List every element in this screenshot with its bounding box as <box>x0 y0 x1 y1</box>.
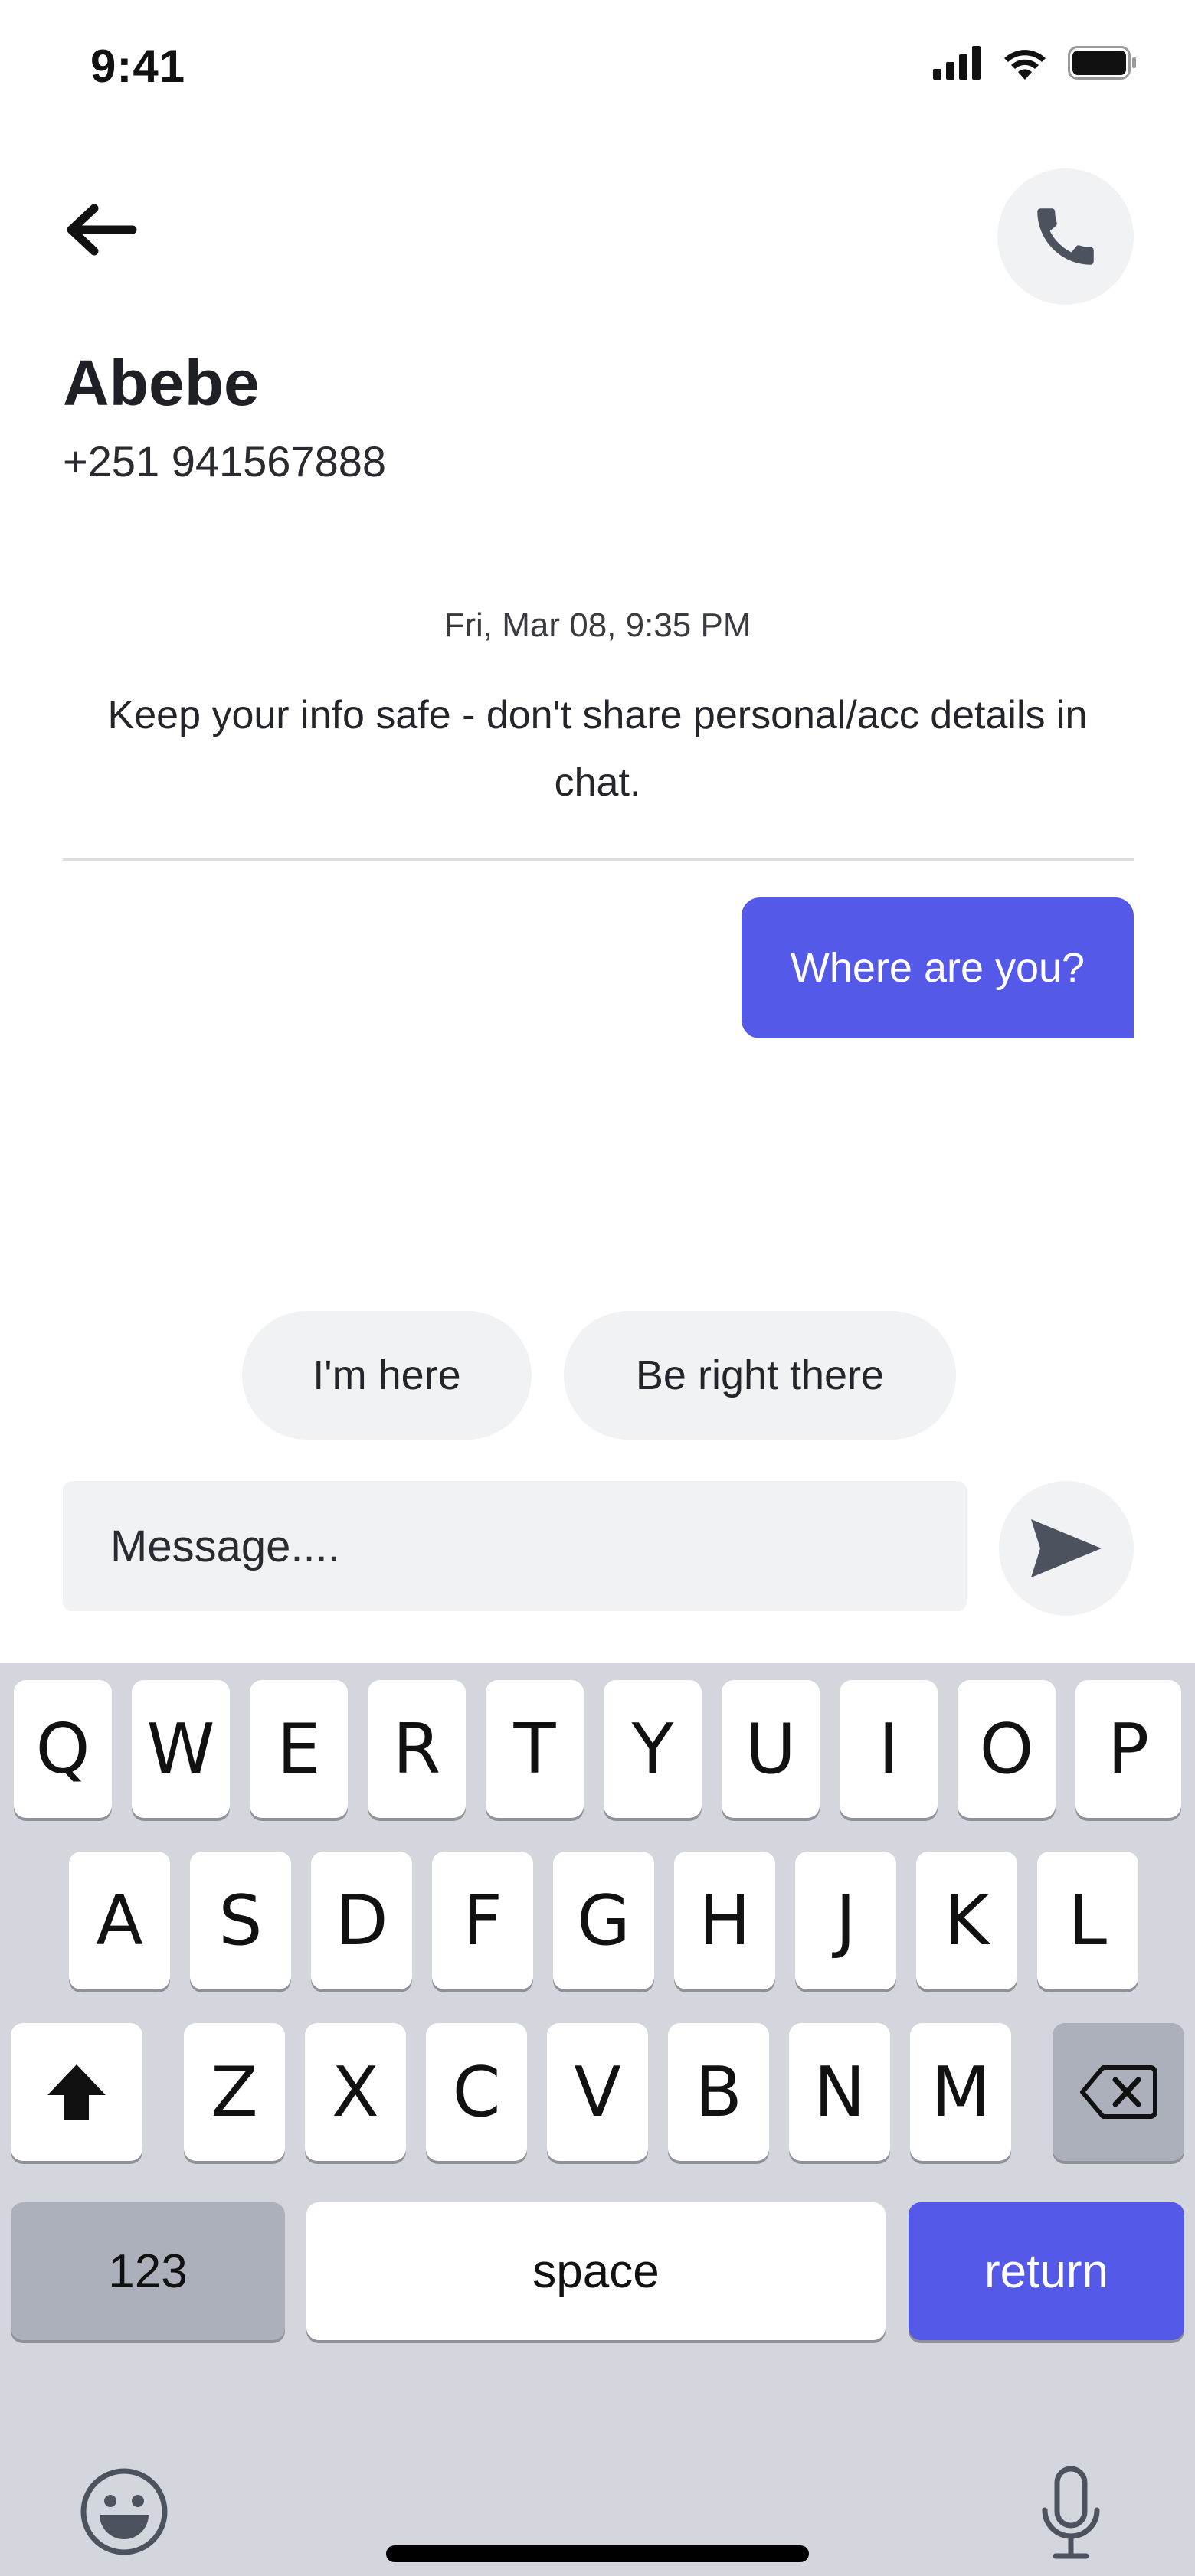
key-r[interactable]: R <box>368 1680 466 1818</box>
chat-timestamp: Fri, Mar 08, 9:35 PM <box>444 606 751 644</box>
arrow-left-icon <box>67 204 137 256</box>
status-time: 9:41 <box>90 41 186 92</box>
key-c[interactable]: C <box>426 2023 527 2161</box>
key-o[interactable]: O <box>958 1680 1056 1818</box>
key-x[interactable]: X <box>305 2023 406 2161</box>
home-indicator <box>386 2545 809 2562</box>
contact-name: Abebe <box>63 347 260 419</box>
key-f[interactable]: F <box>432 1852 533 1989</box>
keyboard: Q W E R T Y U I O P A S D F G H J K L Z … <box>0 1663 1195 2576</box>
key-k[interactable]: K <box>916 1852 1017 1989</box>
wifi-icon <box>1004 50 1046 80</box>
quick-reply-im-here[interactable]: I'm here <box>242 1311 532 1440</box>
send-icon <box>1031 1519 1102 1577</box>
space-key[interactable]: space <box>306 2202 886 2340</box>
key-g[interactable]: G <box>553 1852 654 1989</box>
key-j[interactable]: J <box>795 1852 896 1989</box>
key-u[interactable]: U <box>722 1680 820 1818</box>
message-text: Where are you? <box>790 945 1085 991</box>
key-h[interactable]: H <box>674 1852 775 1989</box>
call-button[interactable] <box>997 168 1134 305</box>
shift-icon <box>47 2064 106 2120</box>
safety-notice: Keep your info safe - don't share person… <box>107 693 1088 805</box>
backspace-icon <box>1080 2065 1157 2119</box>
key-y[interactable]: Y <box>604 1680 702 1818</box>
delete-key[interactable] <box>1053 2023 1184 2161</box>
key-p[interactable]: P <box>1076 1680 1181 1818</box>
back-button[interactable] <box>58 191 142 268</box>
dictation-button[interactable] <box>1039 2466 1103 2561</box>
key-a[interactable]: A <box>69 1852 170 1989</box>
send-button[interactable] <box>999 1481 1134 1616</box>
quick-reply-be-right-there[interactable]: Be right there <box>564 1311 956 1440</box>
emoji-button[interactable] <box>80 2467 169 2556</box>
status-bar: 9:41 <box>0 0 1195 138</box>
key-z[interactable]: Z <box>184 2023 285 2161</box>
key-v[interactable]: V <box>547 2023 648 2161</box>
phone-icon <box>1037 208 1094 265</box>
key-b[interactable]: B <box>668 2023 769 2161</box>
message-input[interactable] <box>63 1481 967 1611</box>
key-d[interactable]: D <box>311 1852 412 1989</box>
key-l[interactable]: L <box>1037 1852 1138 1989</box>
cellular-signal-icon <box>933 46 981 80</box>
shift-key[interactable] <box>11 2023 142 2161</box>
return-key[interactable]: return <box>909 2202 1184 2340</box>
key-s[interactable]: S <box>190 1852 291 1989</box>
key-n[interactable]: N <box>789 2023 890 2161</box>
key-m[interactable]: M <box>910 2023 1011 2161</box>
contact-phone: +251 941567888 <box>63 437 386 485</box>
key-t[interactable]: T <box>486 1680 584 1818</box>
emoji-icon <box>80 2468 168 2555</box>
divider <box>63 858 1134 861</box>
battery-icon <box>1068 46 1136 80</box>
microphone-icon <box>1042 2466 1100 2559</box>
key-i[interactable]: I <box>840 1680 938 1818</box>
key-w[interactable]: W <box>132 1680 230 1818</box>
outgoing-message-bubble[interactable]: Where are you? <box>742 897 1134 1038</box>
numbers-key[interactable]: 123 <box>11 2202 285 2340</box>
key-q[interactable]: Q <box>14 1680 112 1818</box>
key-e[interactable]: E <box>250 1680 348 1818</box>
status-icons <box>933 46 1137 80</box>
